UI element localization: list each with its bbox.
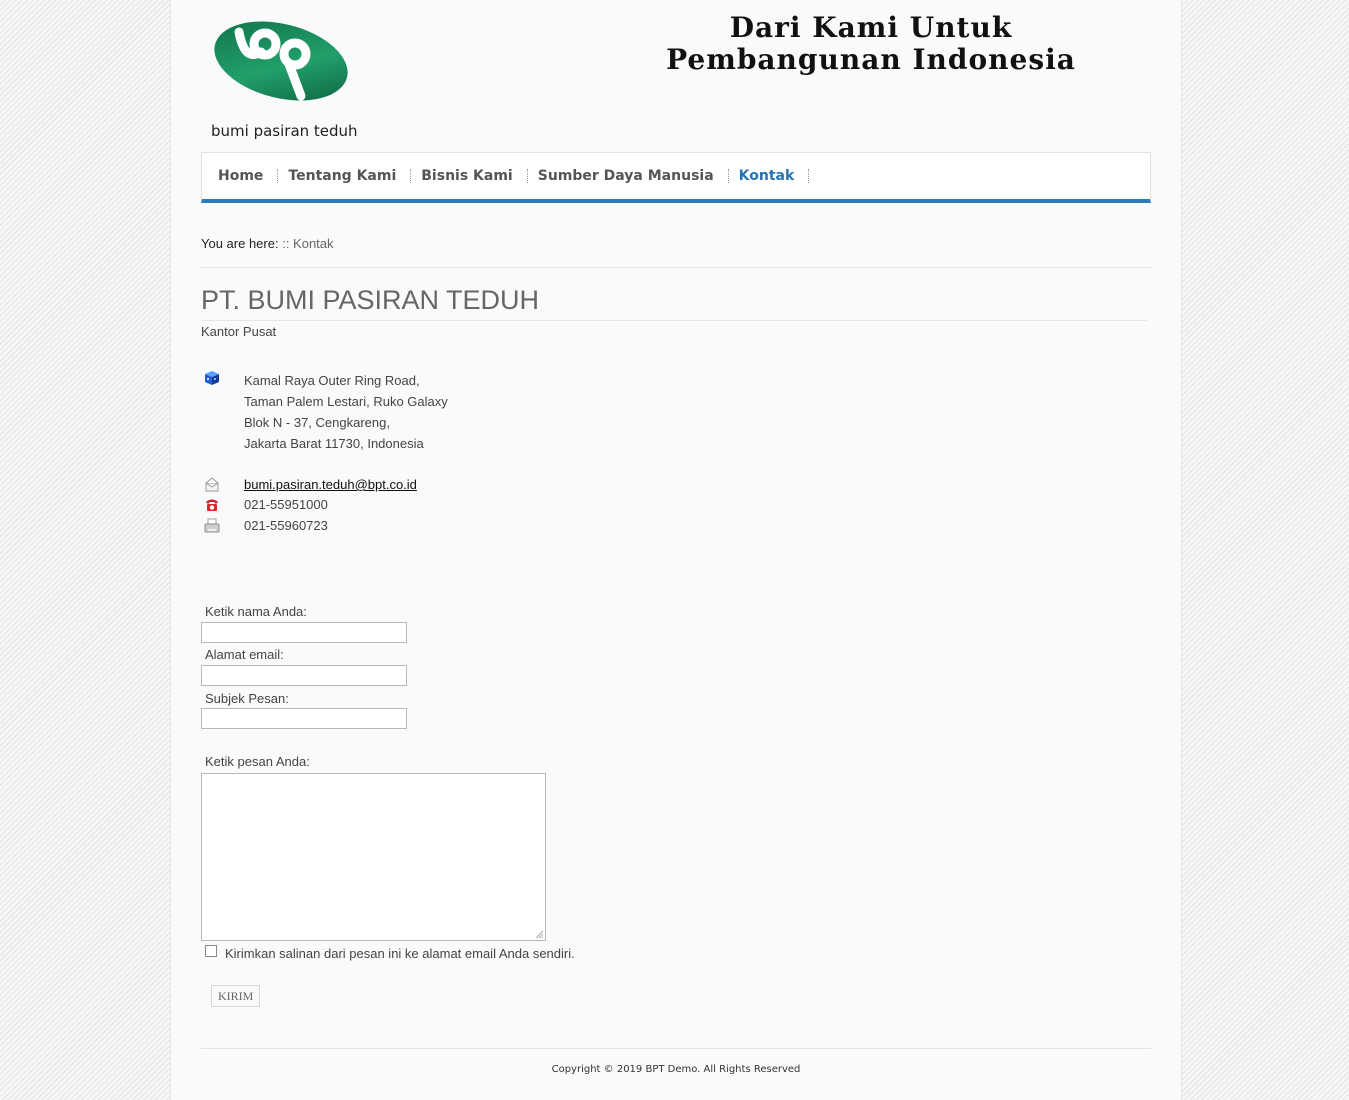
- slogan-line-2: Pembangunan Indonesia: [666, 43, 1076, 76]
- breadcrumb-prefix: You are here:: [201, 236, 279, 251]
- resize-grip-icon[interactable]: [534, 929, 544, 939]
- footer-copyright: Copyright © 2019 BPT Demo. All Rights Re…: [551, 1064, 801, 1075]
- slogan-line-1: Dari Kami Untuk: [729, 11, 1013, 44]
- message-textarea[interactable]: [201, 773, 546, 941]
- logo-emblem-icon: [214, 21, 348, 101]
- copy-checkbox[interactable]: [205, 945, 217, 957]
- main-nav: Home Tentang Kami Bisnis Kami Sumber Day…: [201, 152, 1151, 203]
- copy-checkbox-label: Kirimkan salinan dari pesan ini ke alama…: [225, 946, 575, 961]
- building-icon: [203, 369, 221, 387]
- email-link[interactable]: bumi.pasiran.teduh@bpt.co.id: [244, 477, 417, 492]
- divider: [201, 320, 1147, 321]
- company-address: Kamal Raya Outer Ring Road, Taman Palem …: [244, 370, 448, 454]
- breadcrumb-current: :: Kontak: [282, 236, 334, 251]
- contact-email: bumi.pasiran.teduh@bpt.co.id: [244, 477, 417, 492]
- submit-button[interactable]: KIRIM: [211, 985, 261, 1007]
- breadcrumb: You are here: :: Kontak: [201, 236, 334, 251]
- logo-text: bumi pasiran teduh: [211, 122, 358, 140]
- fax-icon: [203, 517, 221, 535]
- nav-item-home[interactable]: Home: [208, 169, 279, 183]
- page-container: bumi pasiran teduh Dari Kami Untuk Pemba…: [170, 0, 1182, 1100]
- page-title: PT. BUMI PASIRAN TEDUH: [201, 285, 540, 315]
- subject-label: Subjek Pesan:: [205, 691, 289, 706]
- nav-item-tentang-kami[interactable]: Tentang Kami: [278, 169, 412, 183]
- company-logo[interactable]: bumi pasiran teduh: [209, 18, 369, 140]
- address-line: Blok N - 37, Cengkareng,: [244, 415, 390, 430]
- page-subtitle: Kantor Pusat: [201, 324, 277, 339]
- address-line: Kamal Raya Outer Ring Road,: [244, 373, 420, 388]
- message-label: Ketik pesan Anda:: [205, 754, 310, 769]
- nav-item-bisnis-kami[interactable]: Bisnis Kami: [411, 169, 528, 183]
- divider: [201, 267, 1151, 268]
- email-input[interactable]: [201, 665, 407, 686]
- name-label: Ketik nama Anda:: [205, 604, 307, 619]
- address-line: Jakarta Barat 11730, Indonesia: [244, 436, 424, 451]
- name-input[interactable]: [201, 622, 407, 643]
- email-label: Alamat email:: [205, 647, 284, 662]
- contact-fax: 021-55960723: [244, 518, 328, 533]
- telephone-icon: [203, 496, 221, 514]
- divider: [201, 1048, 1151, 1049]
- header-slogan: Dari Kami Untuk Pembangunan Indonesia: [601, 12, 1141, 76]
- contact-phone: 021-55951000: [244, 497, 328, 512]
- address-line: Taman Palem Lestari, Ruko Galaxy: [244, 394, 448, 409]
- envelope-icon: [203, 476, 221, 494]
- subject-input[interactable]: [201, 708, 407, 729]
- nav-item-sumber-daya-manusia[interactable]: Sumber Daya Manusia: [528, 169, 729, 183]
- nav-item-kontak[interactable]: Kontak: [729, 169, 810, 183]
